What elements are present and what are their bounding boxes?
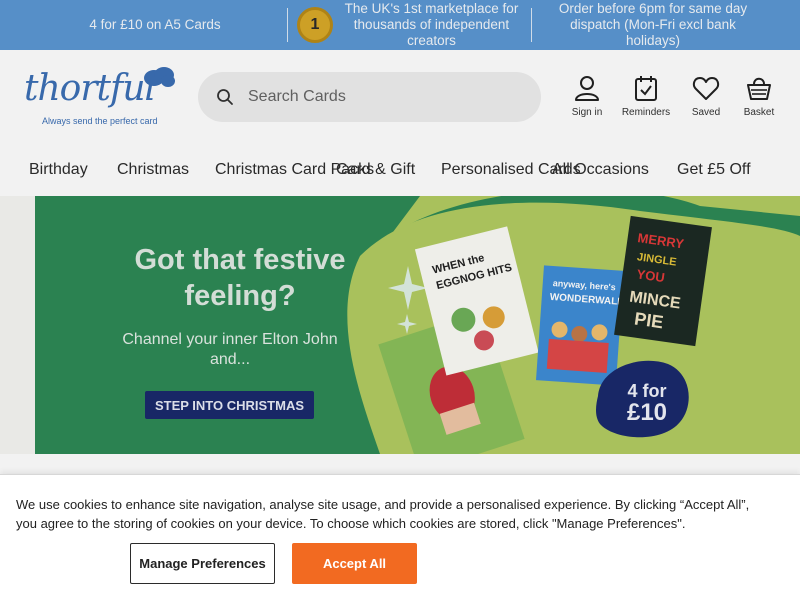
accept-all-button[interactable]: Accept All [292,543,417,584]
cookie-message: We use cookies to enhance site navigatio… [16,497,750,531]
manage-preferences-button[interactable]: Manage Preferences [130,543,275,584]
cookie-banner: We use cookies to enhance site navigatio… [0,474,800,600]
